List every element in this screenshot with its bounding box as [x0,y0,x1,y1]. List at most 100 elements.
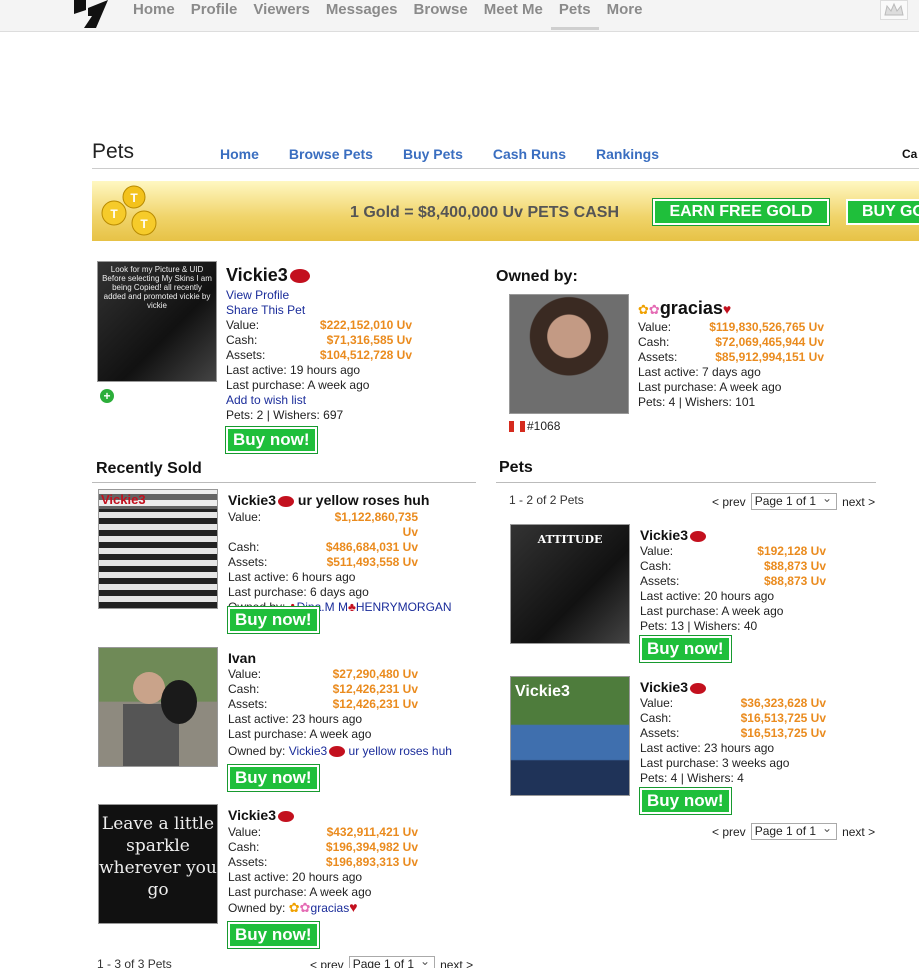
pet-name-suffix: ur yellow roses huh [297,492,430,508]
add-to-wishlist-link[interactable]: Add to wish list [226,393,306,407]
lips-icon [690,682,707,694]
assets-amount: $12,426,231 Uv [332,697,418,711]
cash-label: Cash: [228,840,260,854]
sold-pet-photo[interactable] [98,647,218,767]
prev-page-link[interactable]: < prev [712,495,746,509]
buy-gold-button[interactable]: BUY GO [846,199,919,225]
next-page-link[interactable]: next > [440,958,473,968]
page-select[interactable]: Page 1 of 1 [750,821,838,840]
buy-now-button[interactable]: Buy now! [225,426,318,454]
owner-link[interactable]: Vickie3 [289,744,327,758]
owner-rank: #1068 [509,419,560,433]
cash-label: Cash: [228,682,260,696]
last-purchase: Last purchase: 6 days ago [228,585,369,599]
assets-amount: $88,873 Uv [763,574,826,588]
cash-label: Cash: [226,333,258,347]
topnav-profile[interactable]: Profile [183,0,246,30]
owner-link[interactable]: gracias [311,901,350,915]
next-page-link[interactable]: next > [842,825,875,839]
sold-pet-photo[interactable]: Leave a little sparkle wherever you go [98,804,218,924]
value-label: Value: [228,510,262,524]
prev-page-link[interactable]: < prev [712,825,746,839]
main-pet-name[interactable]: Vickie3 [226,265,310,286]
add-icon[interactable]: + [100,389,114,403]
pets-subnav: Home Browse Pets Buy Pets Cash Runs Rank… [220,146,689,162]
sold-pet-stats: Value: $432,911,421 Uv Cash: $196,394,982 … [228,825,418,916]
topnav-browse[interactable]: Browse [406,0,476,30]
page-select[interactable]: Page 1 of 1 [348,954,436,968]
topnav-more[interactable]: More [599,0,651,30]
gold-coins-icon: T T T [101,185,157,236]
owner-pet-photo[interactable]: Vickie3 [510,676,630,796]
last-purchase: Last purchase: A week ago [228,727,372,741]
main-pet-stats: View Profile Share This Pet Value: $222,1… [226,288,412,423]
crown-icon[interactable] [880,0,908,20]
last-active: Last active: 6 hours ago [228,570,356,584]
cash-amount: $486,684,031 Uv [325,540,418,554]
owner-photo[interactable] [509,294,629,414]
last-active: Last active: 7 days ago [638,365,761,379]
subnav-cash-runs[interactable]: Cash Runs [493,146,566,162]
owner-pet-name[interactable]: Vickie3 [640,527,707,543]
assets-label: Assets: [228,555,268,569]
main-pet-photo[interactable]: Look for my Picture & UID Before selecti… [97,261,217,382]
topnav-home[interactable]: Home [133,0,183,30]
site-logo-icon[interactable] [72,0,110,28]
canada-flag-icon [509,420,525,432]
subnav-browse-pets[interactable]: Browse Pets [289,146,373,162]
prev-page-link[interactable]: < prev [310,958,344,968]
value-amount: $432,911,421 Uv [326,825,418,839]
cash-amount: $71,316,585 Uv [326,333,412,347]
last-purchase: Last purchase: A week ago [640,604,784,618]
buy-now-button[interactable]: Buy now! [227,921,320,949]
subnav-rankings[interactable]: Rankings [596,146,659,162]
topnav-messages[interactable]: Messages [318,0,406,30]
value-amount: $1,122,860,735 Uv [334,510,418,539]
value-label: Value: [226,318,260,332]
value-amount: $119,830,526,765 Uv [709,320,824,334]
subnav-buy-pets[interactable]: Buy Pets [403,146,463,162]
sold-pet-name[interactable]: Vickie3 ur yellow roses huh [228,492,429,508]
next-page-link[interactable]: next > [842,495,875,509]
pets-wishers: Pets: 4 | Wishers: 101 [638,395,756,409]
gold-rate-text: 1 Gold = $8,400,000 Uv PETS CASH [350,204,620,221]
cherry-icon: ♣ [347,600,356,614]
cash-amount: $16,513,725 Uv [740,711,826,725]
subnav-right-text[interactable]: Ca [902,147,917,161]
pet-name-text: Ivan [228,650,257,666]
divider [92,482,476,483]
owner-pet-photo[interactable]: ATTITUDE [510,524,630,644]
owner-name[interactable]: ✿✿gracias♥ [638,298,731,319]
view-profile-link[interactable]: View Profile [226,288,289,302]
owner-link-2[interactable]: ur yellow roses huh [349,744,452,758]
buy-now-button[interactable]: Buy now! [639,787,732,815]
top-navbar: Home Profile Viewers Messages Browse Mee… [0,0,919,32]
svg-text:T: T [130,191,138,205]
buy-now-button[interactable]: Buy now! [227,764,320,792]
pet-name-text: Vickie3 [228,492,277,508]
value-amount: $222,152,010 Uv [319,318,412,332]
owned-by-label: Owned by: [228,744,286,758]
last-purchase: Last purchase: 3 weeks ago [640,756,790,770]
flower-pink-icon: ✿ [299,900,311,915]
topnav-meet-me[interactable]: Meet Me [476,0,551,30]
topnav-viewers[interactable]: Viewers [245,0,317,30]
last-purchase: Last purchase: A week ago [226,378,370,392]
sold-count: 1 - 3 of 3 Pets [97,957,172,968]
sold-pet-name[interactable]: Ivan [228,650,256,666]
buy-now-button[interactable]: Buy now! [639,635,732,663]
sold-pet-photo[interactable]: Vickie3 [98,489,218,609]
share-pet-link[interactable]: Share This Pet [226,303,305,317]
earn-free-gold-button[interactable]: EARN FREE GOLD [652,198,830,226]
sold-pet-name[interactable]: Vickie3 [228,807,295,823]
owner-stats: Value: $119,830,526,765 Uv Cash: $72,069,4… [638,320,824,410]
subnav-home[interactable]: Home [220,146,259,162]
owner-pet-name[interactable]: Vickie3 [640,679,707,695]
buy-now-button[interactable]: Buy now! [227,606,320,634]
owner-link-2[interactable]: HENRYMORGAN [356,600,452,614]
page-select[interactable]: Page 1 of 1 [750,491,838,510]
last-active: Last active: 20 hours ago [228,870,363,884]
topnav-pets[interactable]: Pets [550,0,599,30]
value-label: Value: [638,320,672,334]
cash-amount: $72,069,465,944 Uv [715,335,824,349]
